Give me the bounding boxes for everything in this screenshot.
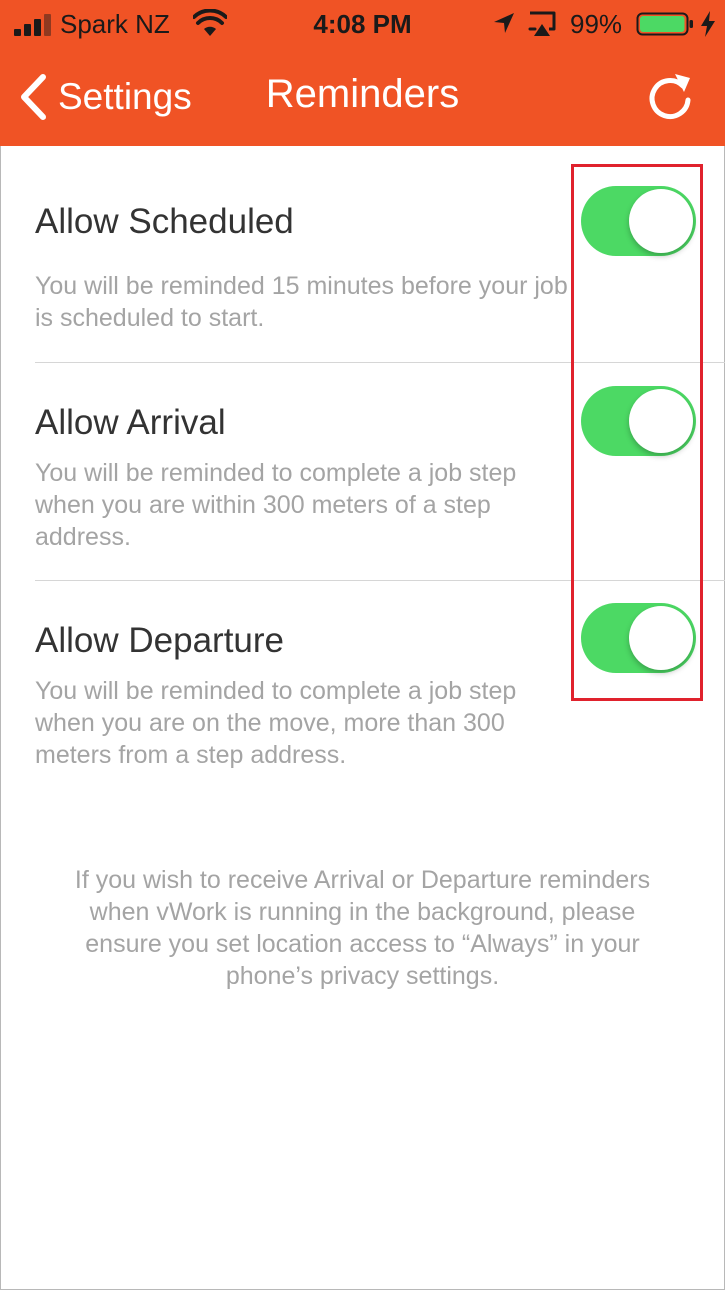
reminder-title: Allow Arrival: [35, 403, 226, 442]
page-title: Reminders: [265, 72, 460, 116]
reminder-description: You will be reminded 15 minutes before y…: [35, 272, 568, 332]
refresh-icon[interactable]: [645, 70, 695, 122]
reminder-description: You will be reminded to complete a job s…: [35, 459, 517, 551]
reminder-description: You will be reminded to complete a job s…: [35, 677, 517, 769]
nav-header: Spark NZ 4:08 PM 99% Settings Reminders: [0, 0, 725, 146]
charging-bolt-icon: [701, 11, 715, 37]
location-access-note: If you wish to receive Arrival or Depart…: [74, 866, 651, 990]
location-arrow-icon: [494, 13, 514, 33]
battery-percent: 99%: [570, 9, 623, 39]
reminder-title: Allow Departure: [35, 621, 284, 660]
toggles-highlight-box: [571, 164, 703, 701]
airplay-icon: [528, 11, 556, 36]
status-bar: Spark NZ 4:08 PM 99%: [0, 0, 725, 50]
battery-icon: [636, 12, 693, 36]
reminder-title: Allow Scheduled: [35, 202, 294, 241]
